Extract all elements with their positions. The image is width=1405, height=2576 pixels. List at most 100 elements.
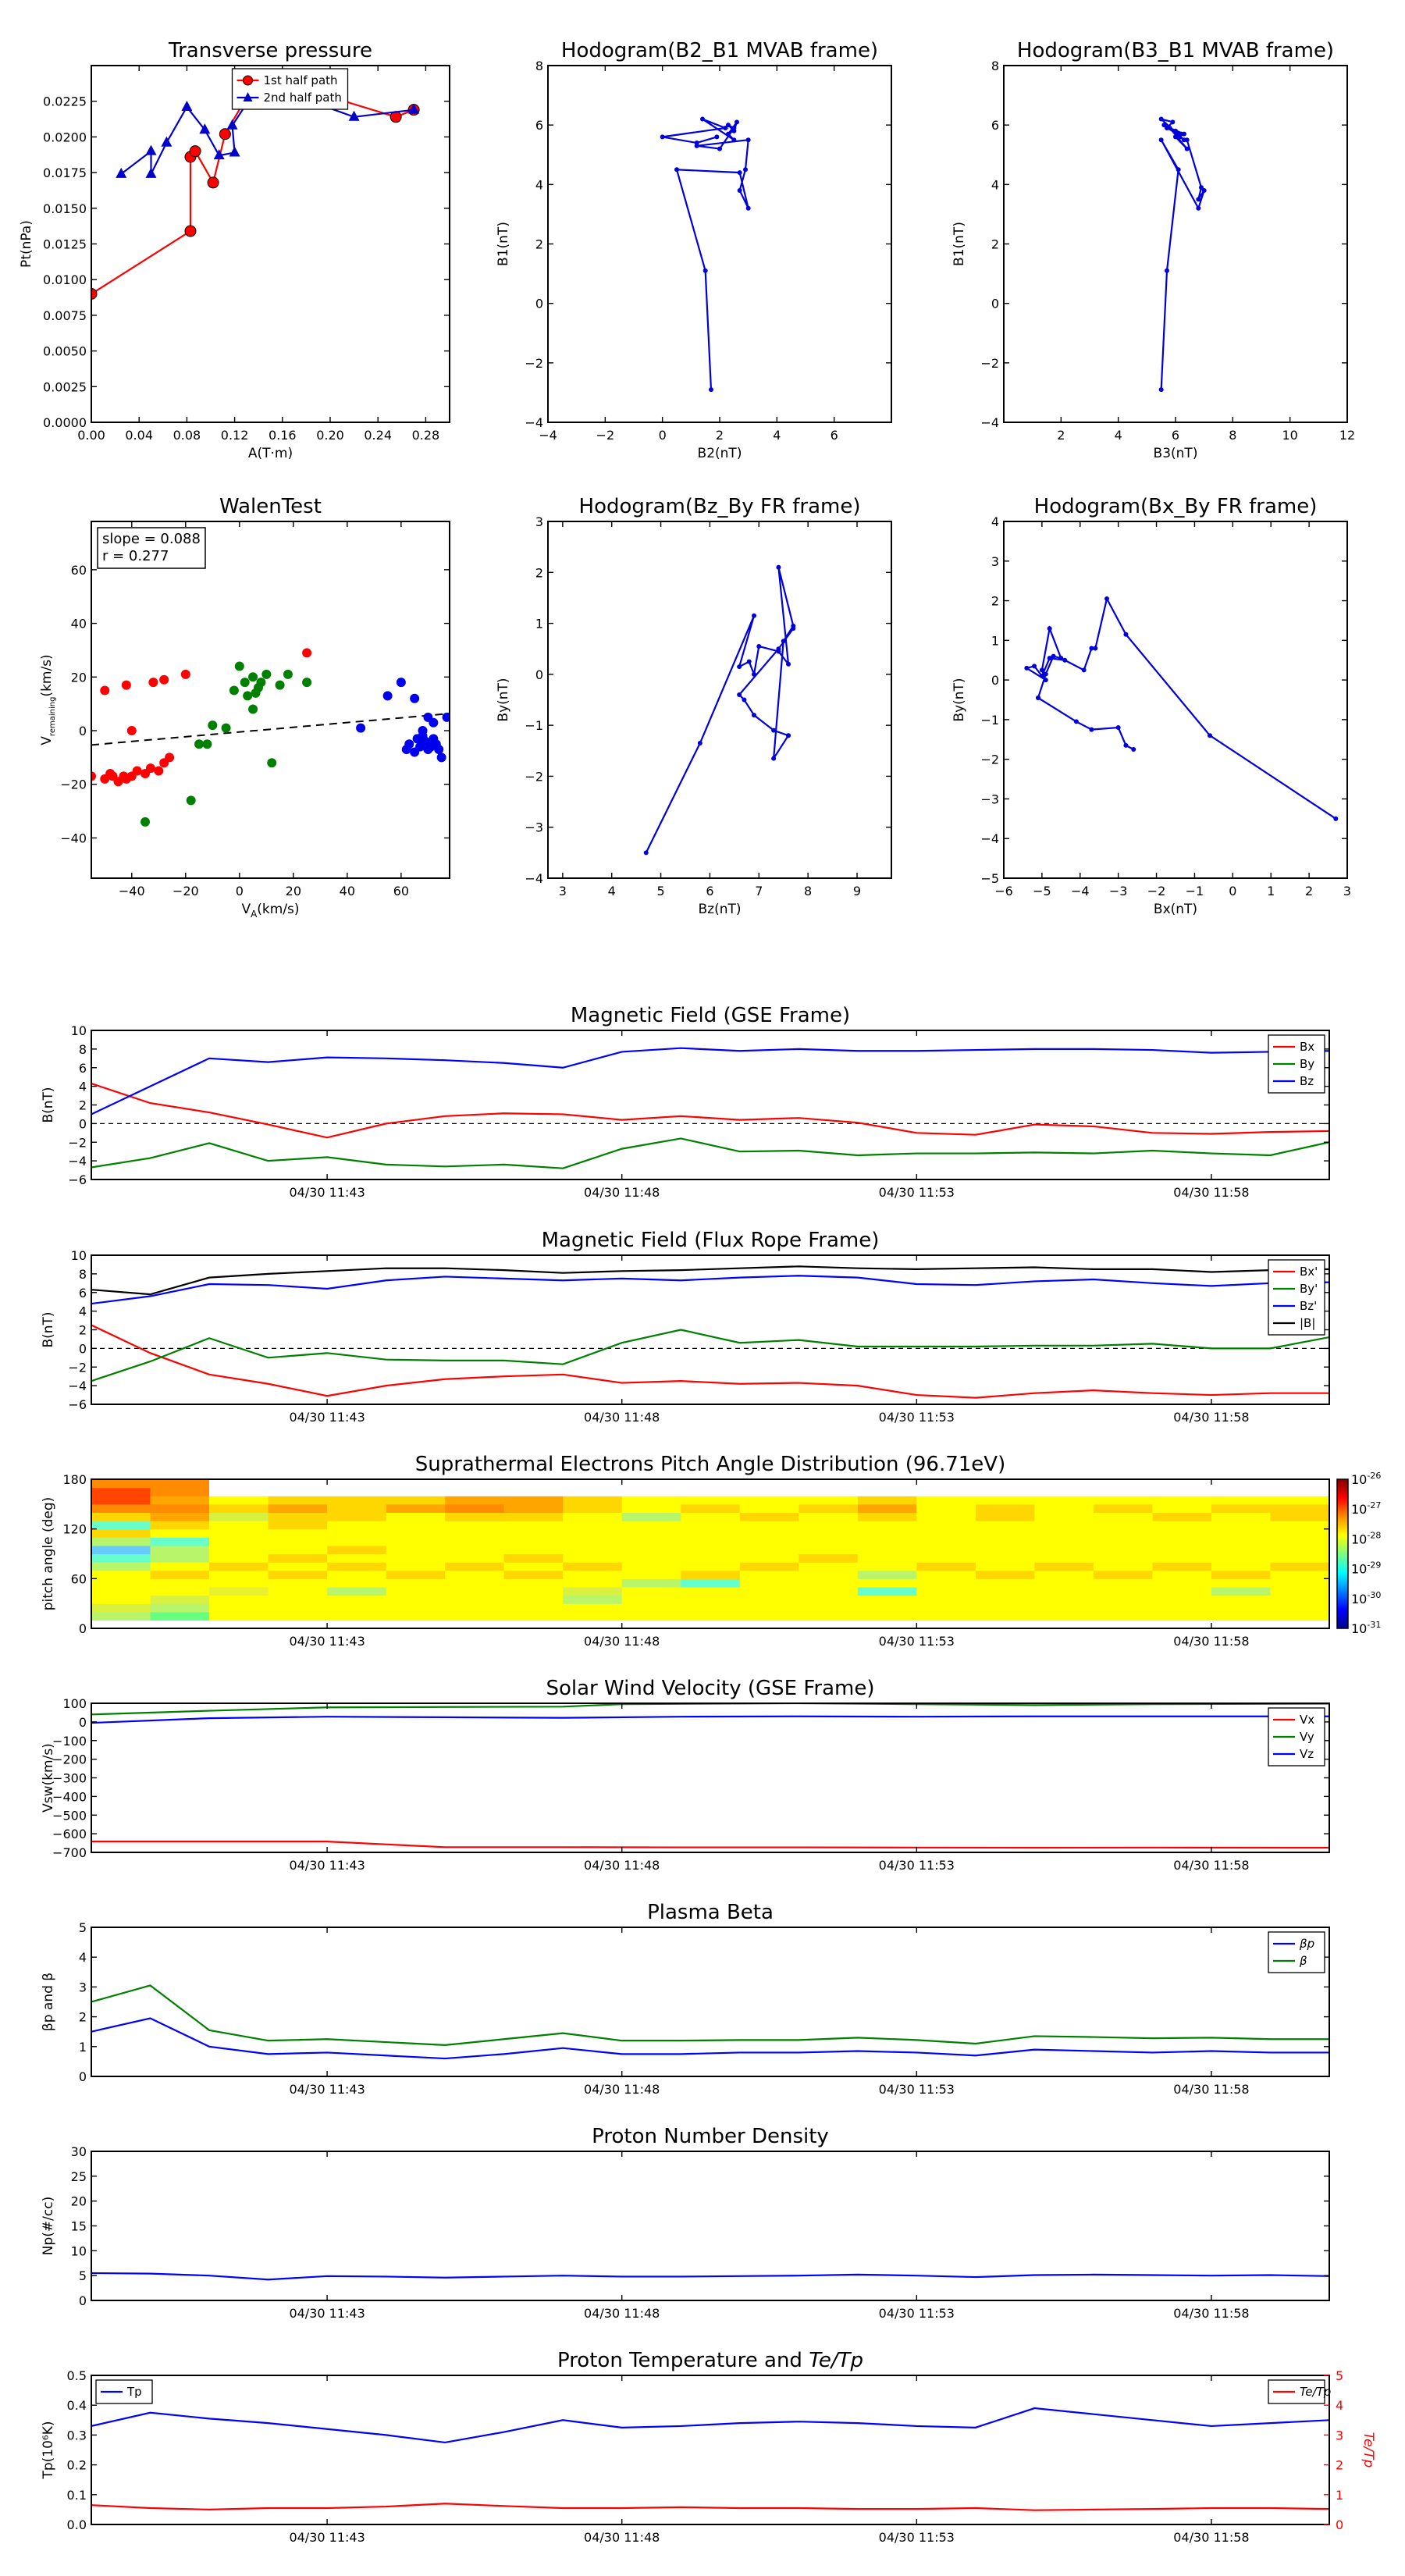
data-point	[180, 669, 190, 679]
data-point	[396, 678, 406, 688]
data-point	[1176, 167, 1181, 173]
legend-label: Bz	[1300, 1074, 1314, 1088]
heatmap-cell	[916, 1537, 976, 1546]
heatmap-cell	[681, 1528, 741, 1538]
y-tick-label: 0.0050	[43, 344, 87, 359]
heatmap-cell	[327, 1611, 387, 1621]
y-tick-label: 0.0200	[43, 130, 87, 144]
data-point	[1158, 116, 1164, 122]
heatmap-cell	[1034, 1521, 1094, 1530]
data-point	[248, 672, 258, 682]
heatmap-cell	[268, 1521, 328, 1530]
heatmap-cell	[739, 1611, 799, 1621]
heatmap-cell	[1034, 1487, 1094, 1496]
heatmap-cell	[91, 1503, 151, 1514]
data-point	[275, 680, 285, 690]
legend-label: |B|	[1300, 1316, 1315, 1330]
data-point	[1196, 197, 1201, 202]
data-point	[742, 697, 747, 703]
data-point	[737, 187, 742, 193]
heatmap-cell	[268, 1595, 328, 1604]
y-tick-label: 1	[991, 633, 999, 648]
heatmap-cell	[327, 1603, 387, 1613]
y-axis-label: B1(nT)	[496, 222, 511, 266]
x-tick-label: 2	[716, 428, 724, 443]
y-tick-label: −3	[980, 792, 999, 806]
heatmap-cell	[445, 1603, 505, 1613]
x-tick-label: 04/30 11:58	[1173, 2306, 1249, 2321]
y-tick-label: 0	[535, 297, 543, 311]
heatmap-cell	[857, 1545, 917, 1555]
heatmap-cell	[91, 1603, 151, 1613]
heatmap-cell	[857, 1611, 917, 1621]
heatmap-cell	[1093, 1603, 1154, 1613]
heatmap-cell	[445, 1545, 505, 1555]
heatmap-cell	[739, 1512, 799, 1521]
heatmap-cell	[445, 1620, 505, 1629]
data-point	[356, 723, 366, 733]
heatmap-cell	[916, 1521, 976, 1530]
heatmap-cell	[386, 1595, 446, 1604]
y-tick-label: 0.3	[67, 2428, 87, 2443]
y-axis-label: B(nT)	[41, 1087, 56, 1123]
heatmap-cell	[1270, 1487, 1330, 1496]
heatmap-cell	[445, 1586, 505, 1596]
x-tick-label: 12	[1339, 428, 1355, 443]
y-axis-label: By(nT)	[951, 678, 967, 721]
data-point	[404, 739, 414, 749]
heatmap-cell	[739, 1570, 799, 1579]
x-tick-label: 04/30 11:43	[289, 1410, 365, 1425]
data-point	[302, 648, 312, 658]
heatmap-cell	[1093, 1521, 1154, 1530]
heatmap-cell	[1034, 1603, 1094, 1613]
heatmap-cell	[445, 1496, 505, 1505]
data-point	[737, 664, 742, 670]
heatmap-cell	[1152, 1503, 1212, 1514]
x-tick-label: 6	[706, 884, 713, 898]
heatmap-cell	[621, 1537, 681, 1546]
data-point	[735, 119, 739, 125]
heatmap-cell	[739, 1620, 799, 1629]
legend-label: βp	[1299, 1937, 1314, 1951]
data-point	[1184, 146, 1190, 151]
heatmap-cell	[1034, 1578, 1094, 1588]
x-axis-label: B2(nT)	[698, 446, 742, 461]
x-tick-label: 04/30 11:53	[879, 2306, 955, 2321]
heatmap-cell	[445, 1503, 505, 1514]
heatmap-cell	[327, 1537, 387, 1546]
y-tick-label: 6	[79, 1286, 87, 1300]
x-tick-label: −1	[1186, 884, 1204, 898]
data-point	[184, 225, 197, 237]
data-point	[121, 680, 131, 690]
figure-canvas: Transverse pressure0.00 0.04 0.08 0.12 0.16 0…	[0, 0, 1405, 2576]
legend-label: β	[1299, 1954, 1307, 1968]
heatmap-cell	[1034, 1537, 1094, 1546]
heatmap-cell	[563, 1595, 623, 1604]
y-tick-label: 0.0150	[43, 201, 87, 216]
x-tick-label: 0.28	[412, 428, 440, 443]
y-tick-label: −4	[68, 1379, 87, 1393]
heatmap-cell	[799, 1562, 859, 1571]
heatmap-cell	[1270, 1570, 1330, 1579]
data-point	[726, 131, 731, 137]
x-tick-label: 04/30 11:43	[289, 1858, 365, 1873]
chart-title: Hodogram(B3_B1 MVAB frame)	[1017, 39, 1334, 62]
heatmap-cell	[445, 1570, 505, 1579]
heatmap-cell	[975, 1570, 1035, 1579]
y-tick-label: 0	[991, 673, 999, 688]
heatmap-cell	[209, 1512, 269, 1521]
data-point	[745, 137, 751, 143]
y-tick-label: −20	[60, 777, 87, 792]
heatmap-cell	[1093, 1611, 1154, 1621]
heatmap-cell	[268, 1545, 328, 1555]
heatmap-cell	[621, 1503, 681, 1514]
heatmap-cell	[1034, 1545, 1094, 1555]
heatmap-cell	[209, 1578, 269, 1588]
data-point	[709, 387, 713, 393]
heatmap-cell	[916, 1611, 976, 1621]
heatmap-cell	[503, 1521, 564, 1530]
x-tick-label: −5	[1033, 884, 1051, 898]
y-axis-label: Tp(10⁶K)	[41, 2421, 56, 2479]
data-point	[240, 678, 250, 688]
heatmap-cell	[327, 1545, 387, 1555]
